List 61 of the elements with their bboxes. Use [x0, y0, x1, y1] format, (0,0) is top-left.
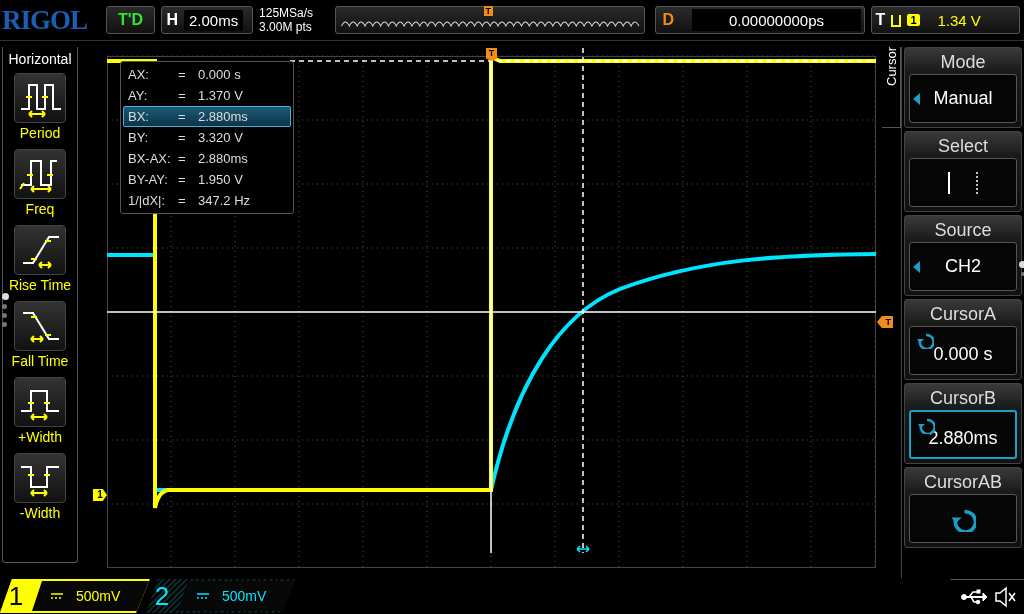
channel-tab[interactable]: 1 500mV	[0, 579, 150, 613]
softkey-label: Select	[938, 135, 988, 158]
readout-line: BY-AY: = 1.950 V	[127, 171, 244, 189]
softkey-label: CursorB	[930, 387, 996, 410]
softkey-value: Manual	[933, 88, 993, 109]
menu-softkey[interactable]: CursorA 0.000 s	[904, 299, 1022, 380]
trigger-position-marker: T	[486, 48, 497, 61]
channel-scale: 500mV	[76, 588, 121, 604]
readout-line: BX-AX: = 2.880ms	[127, 150, 249, 168]
menu-title: Horizontal	[8, 51, 72, 67]
trigger-source: 1	[907, 14, 920, 26]
page-dot[interactable]	[2, 293, 9, 300]
menu-softkey[interactable]: CursorAB	[904, 467, 1022, 548]
softkey-value: 2.880ms	[928, 428, 998, 449]
delay-label: D	[662, 11, 675, 29]
channel-number: 2	[153, 579, 171, 613]
page-dot[interactable]	[2, 304, 7, 309]
page-dot[interactable]	[2, 322, 7, 327]
page-dot[interactable]	[2, 313, 7, 318]
cursor-marker-icon	[576, 545, 590, 553]
channel-tab[interactable]: 2 500mV	[146, 579, 296, 613]
trigger-level: 1.34 V	[937, 11, 981, 29]
dc-coupling-icon	[196, 592, 210, 600]
timebase-label: H	[166, 11, 178, 29]
delay-panel[interactable]: D 0.00000000ps	[655, 6, 865, 34]
timebase-panel[interactable]: H 2.00ms	[161, 6, 254, 34]
page-dot[interactable]	[1019, 261, 1024, 268]
timebase-value: 2.00ms	[183, 9, 244, 31]
trigger-panel[interactable]: T 1 1.34 V	[870, 6, 1020, 34]
menu-softkey[interactable]: CursorB 2.880ms	[904, 383, 1022, 464]
dc-coupling-icon	[50, 592, 64, 600]
sample-rate: 125MSa/s	[259, 6, 315, 20]
menu-softkey[interactable]: Mode Manual	[904, 47, 1022, 128]
trigger-label: T	[875, 11, 886, 29]
softkey-label: CursorAB	[924, 471, 1002, 494]
menu-softkey[interactable]: Select	[904, 131, 1022, 212]
memory-depth: 3.00M pts	[259, 20, 313, 34]
left-arrow-icon	[913, 260, 920, 273]
delay-value: 0.00000000ps	[692, 9, 861, 31]
knob-icon	[916, 331, 934, 349]
softkey-label: CursorA	[930, 303, 996, 326]
menu-softkey[interactable]: Source CH2	[904, 215, 1022, 296]
menu-title: Cursor	[882, 47, 901, 128]
softkey-value: 0.000 s	[933, 344, 993, 365]
trigger-level-marker: T	[877, 316, 893, 328]
speaker-muted-icon	[994, 585, 1016, 608]
trigger-position-marker: T	[483, 6, 493, 16]
page-dot[interactable]	[1020, 272, 1024, 276]
softkey-label: Source	[934, 219, 992, 242]
usb-icon	[961, 588, 988, 605]
readout-line: AX: = 0.000 s	[127, 66, 242, 84]
readout-line: 1/|dX|: = 347.2 Hz	[127, 192, 252, 210]
softkey-value: CH2	[945, 256, 981, 277]
readout-line: AY: = 1.370 V	[127, 87, 244, 105]
readout-line: BY: = 3.320 V	[127, 129, 244, 147]
run-status: T'D	[105, 6, 156, 34]
softkey-label: Mode	[940, 51, 986, 74]
channel-marker: 1	[93, 489, 107, 501]
channel-scale: 500mV	[222, 588, 267, 604]
brand-logo: RIGOL	[2, 4, 89, 36]
left-arrow-icon	[913, 92, 920, 105]
